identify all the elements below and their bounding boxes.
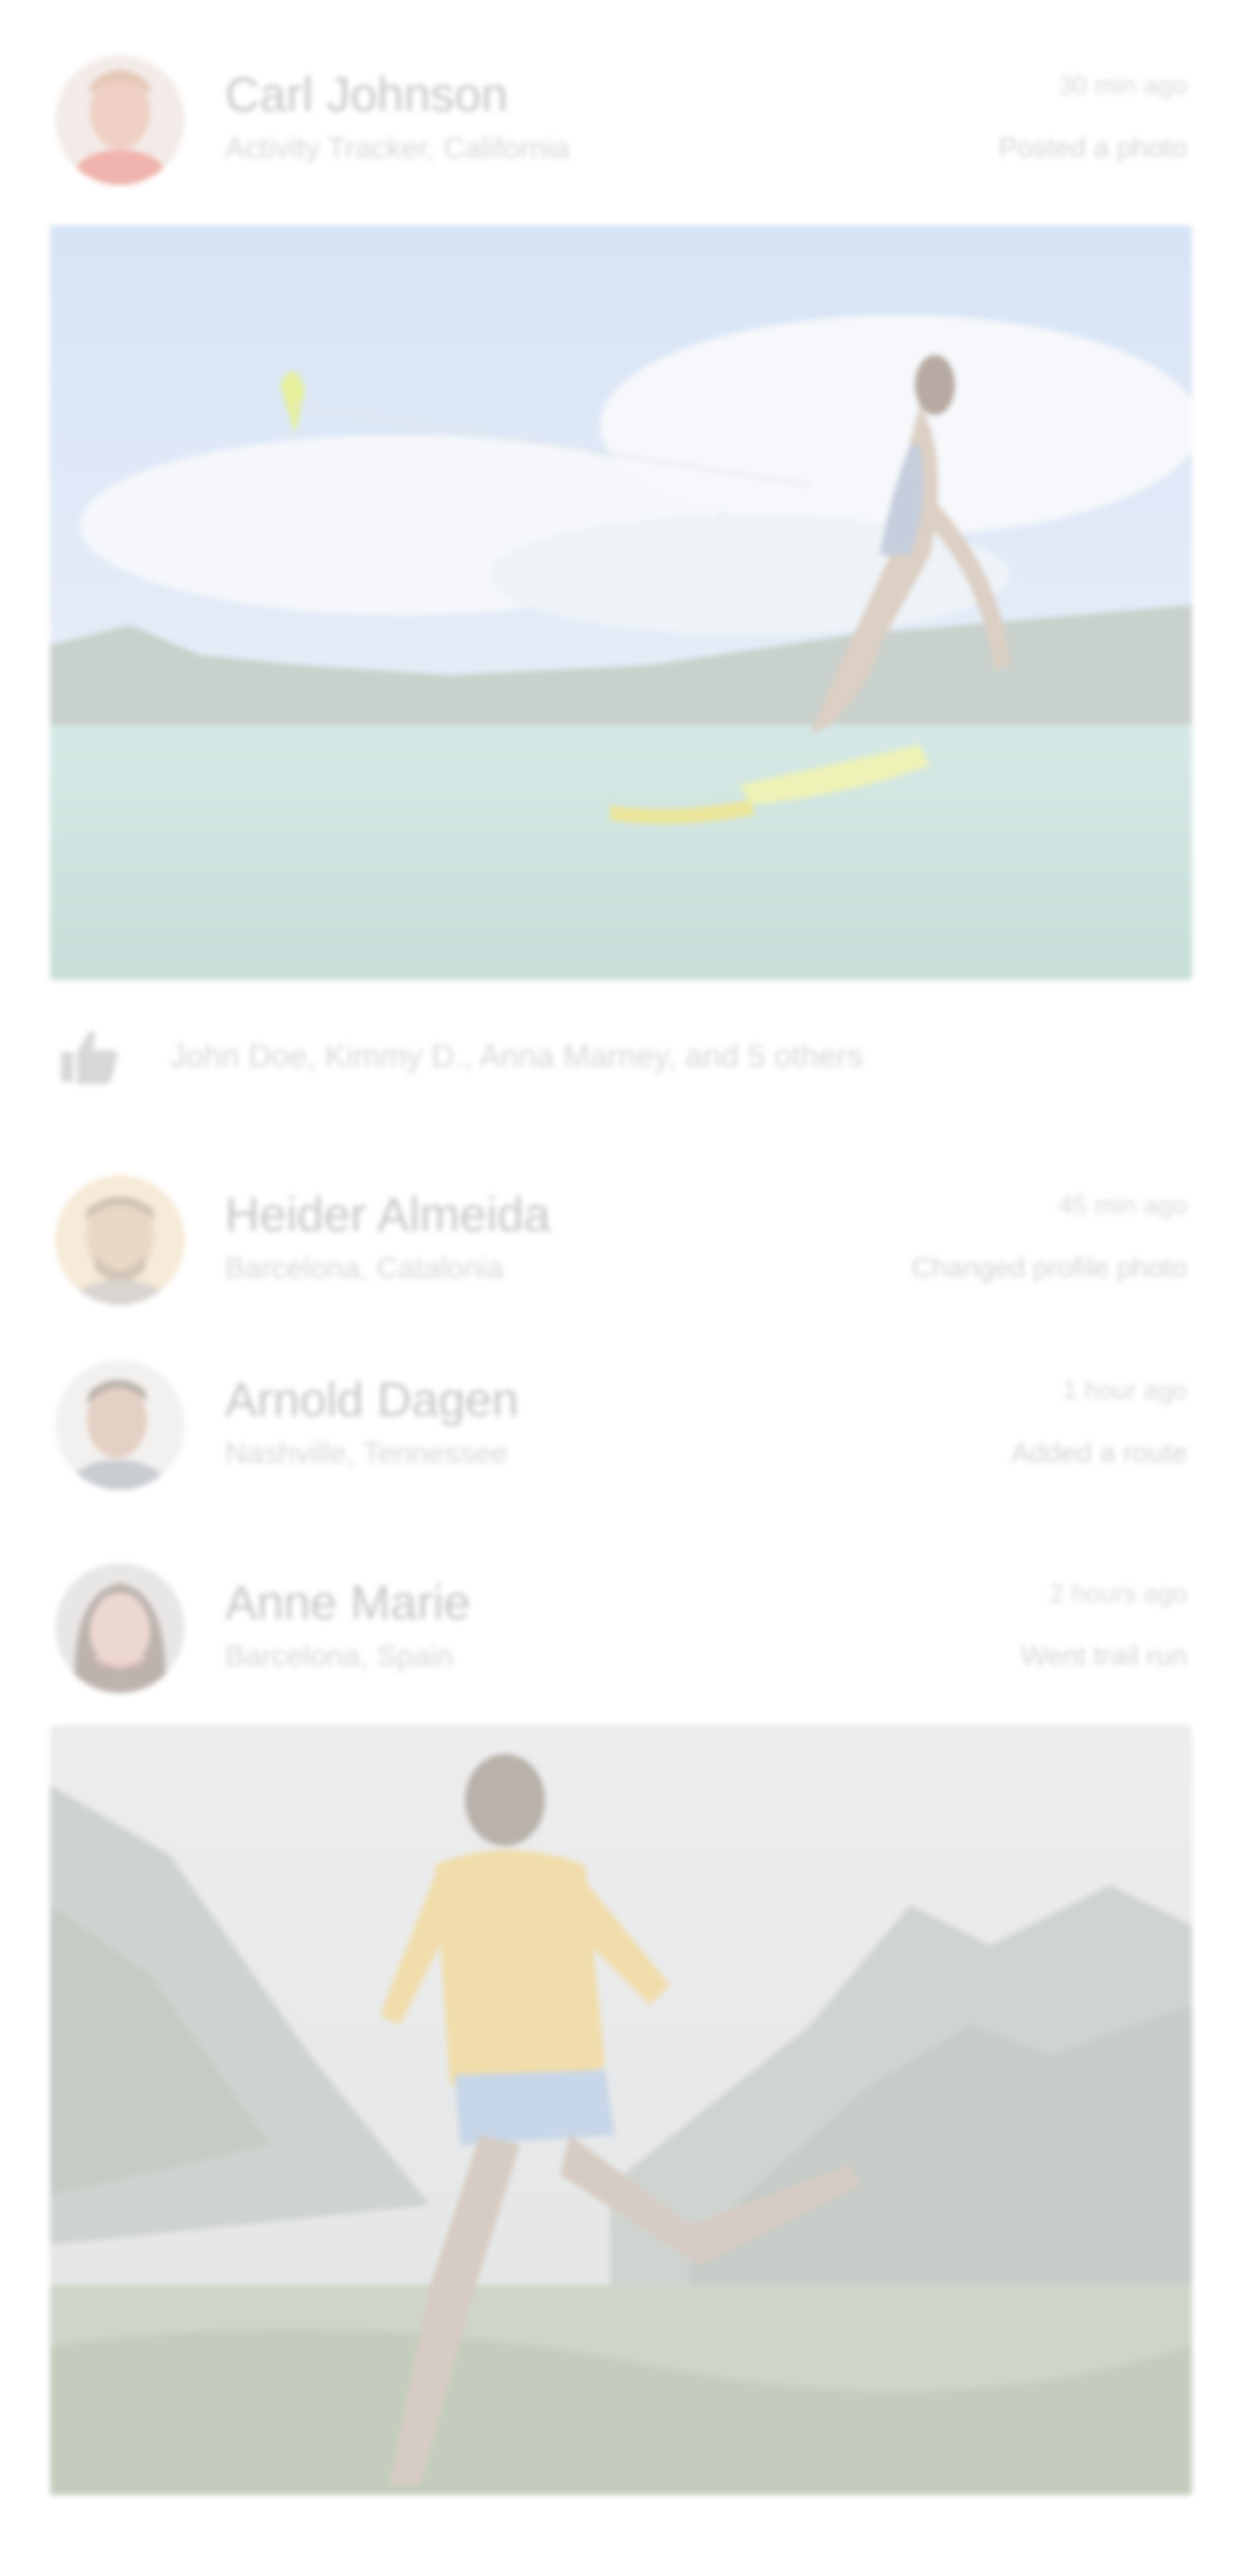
activity-description: Changed profile photo bbox=[911, 1252, 1187, 1283]
feed-item-header[interactable]: Carl Johnson Activity Tracker, Californi… bbox=[0, 40, 1242, 190]
timestamp: 30 min ago bbox=[1058, 70, 1187, 100]
activity-description: Added a route bbox=[1011, 1437, 1187, 1468]
activity-feed: Carl Johnson Activity Tracker, Californi… bbox=[0, 0, 1242, 2556]
avatar[interactable] bbox=[55, 1360, 185, 1490]
avatar[interactable] bbox=[55, 55, 185, 185]
timestamp: 1 hour ago bbox=[1062, 1375, 1187, 1405]
user-subtitle: Barcelona, Spain bbox=[225, 1640, 454, 1673]
user-subtitle: Barcelona, Catalonia bbox=[225, 1252, 504, 1285]
feed-item-header[interactable]: Anne Marie Barcelona, Spain 2 hours ago … bbox=[0, 1548, 1242, 1698]
timestamp: 2 hours ago bbox=[1049, 1578, 1187, 1608]
feed-item-header[interactable]: Arnold Dagen Nashville, Tennessee 1 hour… bbox=[0, 1345, 1242, 1495]
likes-row[interactable]: John Doe, Kimmy D., Anna Marney, and 5 o… bbox=[50, 1010, 1192, 1100]
user-name[interactable]: Carl Johnson bbox=[225, 68, 508, 123]
feed-item-header[interactable]: Heider Almeida Barcelona, Catalonia 45 m… bbox=[0, 1160, 1242, 1310]
avatar[interactable] bbox=[55, 1175, 185, 1305]
timestamp: 45 min ago bbox=[1058, 1190, 1187, 1220]
thumbs-up-icon[interactable] bbox=[55, 1022, 125, 1092]
user-name[interactable]: Arnold Dagen bbox=[225, 1373, 519, 1428]
activity-description: Posted a photo bbox=[998, 132, 1187, 163]
user-name[interactable]: Heider Almeida bbox=[225, 1188, 551, 1243]
user-name[interactable]: Anne Marie bbox=[225, 1576, 470, 1631]
likes-text[interactable]: John Doe, Kimmy D., Anna Marney, and 5 o… bbox=[170, 1038, 863, 1075]
post-photo-trail-run[interactable] bbox=[50, 1725, 1192, 2495]
activity-description: Went trail run bbox=[1021, 1640, 1187, 1671]
avatar[interactable] bbox=[55, 1563, 185, 1693]
user-subtitle: Nashville, Tennessee bbox=[225, 1437, 508, 1470]
post-photo-kitesurf[interactable] bbox=[50, 225, 1192, 980]
user-subtitle: Activity Tracker, California bbox=[225, 132, 571, 165]
